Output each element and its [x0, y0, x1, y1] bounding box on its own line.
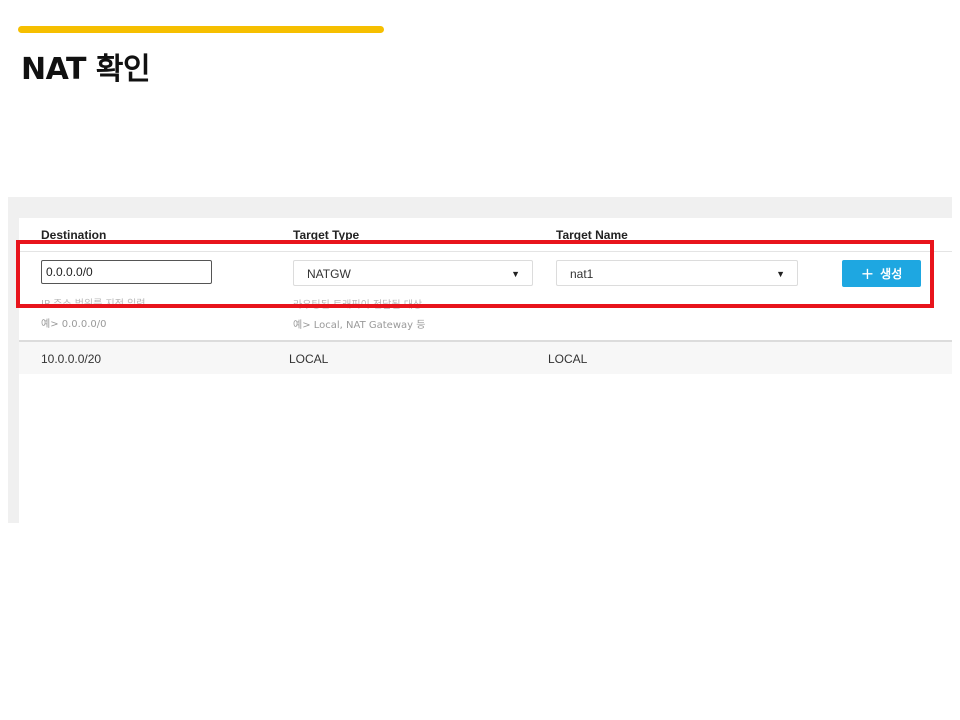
row-target-type: LOCAL [289, 352, 329, 366]
highlight-box [16, 240, 934, 308]
title-accent-bar [18, 26, 384, 33]
table-row: 10.0.0.0/20 LOCAL LOCAL [19, 342, 952, 374]
target-type-example: 예> Local, NAT Gateway 등 [293, 320, 426, 331]
row-destination: 10.0.0.0/20 [41, 352, 102, 366]
slide-title: NAT 확인 [21, 52, 151, 87]
destination-example: 예> 0.0.0.0/0 [41, 319, 107, 330]
row-target-name: LOCAL [548, 352, 588, 366]
